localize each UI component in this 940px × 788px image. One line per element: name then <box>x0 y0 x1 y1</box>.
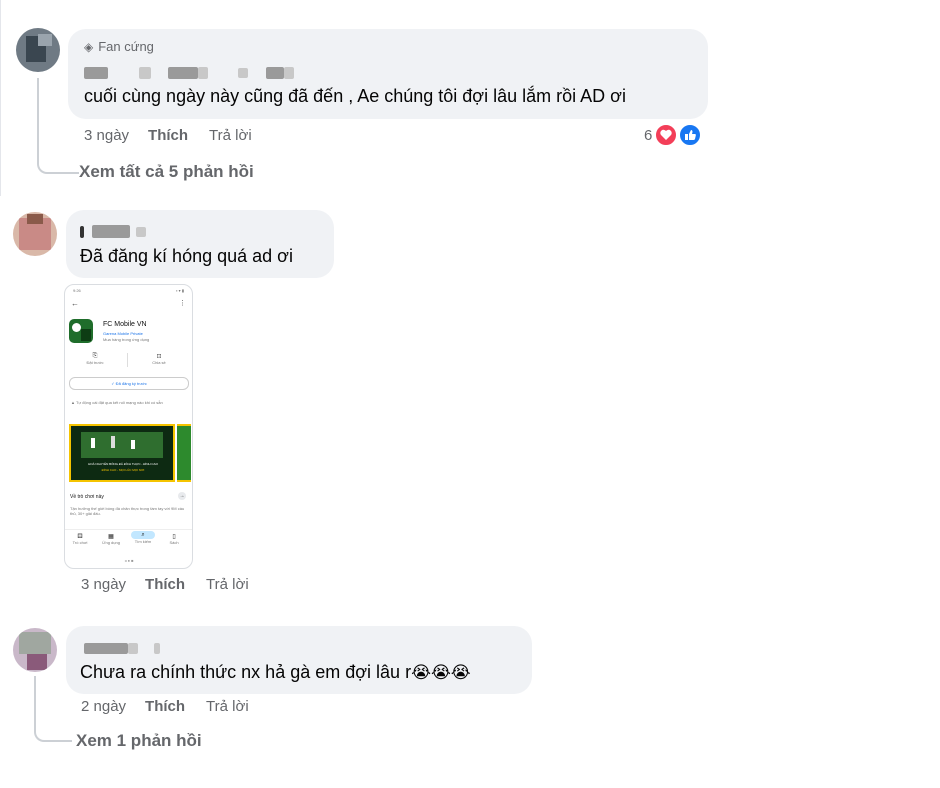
reaction-summary[interactable]: 6 <box>644 123 706 149</box>
share-action[interactable]: ⊡ Chia sẻ <box>139 353 179 365</box>
reply-button[interactable]: Trả lời <box>209 127 252 144</box>
comment-bubble: ◈ Fan cứng cuối cùng ngày này cũng đã đế… <box>68 29 708 119</box>
nav-apps[interactable]: ▦ Ứng dụng <box>100 533 122 545</box>
like-icon <box>678 123 702 147</box>
like-button[interactable]: Thích <box>148 127 188 144</box>
system-nav: ◂ ● ■ <box>124 558 134 563</box>
nav-search[interactable]: ⌕ Tìm kiếm <box>131 531 155 544</box>
avatar[interactable] <box>13 212 57 256</box>
timestamp[interactable]: 3 ngày <box>81 576 126 593</box>
comment-bubble: Đã đăng kí hóng quá ad ơi <box>66 210 334 278</box>
nav-books[interactable]: ▯ Sách <box>163 533 185 545</box>
avatar[interactable] <box>13 628 57 672</box>
banner-image-2 <box>177 424 191 482</box>
app-subtitle: Mua hàng trong ứng dụng <box>103 337 150 342</box>
status-time: 9:26 <box>73 288 81 293</box>
badge: ◈ Fan cứng <box>84 39 154 54</box>
thread-border <box>0 0 1 196</box>
developer-link[interactable]: Garena Mobile Private <box>103 331 143 336</box>
registered-button[interactable]: ✓ Đã đăng ký trước <box>69 377 189 390</box>
nav-games[interactable]: ⚃ Trò chơi <box>69 533 91 545</box>
more-vert-icon[interactable]: ⋮ <box>179 299 186 307</box>
banner-text-1: HOÀ NGUYÊN BÓNG ĐÁ ĐÍCH THỰC - ĐỈNH CAO <box>88 462 158 466</box>
about-description: Tận hưởng thế giới bóng đá chân thực tro… <box>70 506 185 516</box>
comment-meta: 3 ngày Thích Trả lời <box>84 127 252 144</box>
comment-bubble: Chưa ra chính thức nx hả gà em đợi lâu r… <box>66 626 532 694</box>
app-icon <box>69 319 93 343</box>
attachment-screenshot[interactable]: 9:26 ▪ ▾ ▮ ← ⋮ FC Mobile VN Garena Mobil… <box>64 284 193 569</box>
bottom-nav: ⚃ Trò chơi ▦ Ứng dụng ⌕ Tìm kiếm ▯ Sách <box>65 529 192 556</box>
avatar[interactable] <box>16 28 60 72</box>
view-replies-link[interactable]: Xem tất cả 5 phản hồi <box>79 162 254 182</box>
about-heading: Về trò chơi này <box>70 494 104 500</box>
banner-text-2: ĐỈNH CAO - MỌI LÚC MỌI NƠI <box>101 468 145 472</box>
love-icon <box>654 123 678 147</box>
install-action[interactable]: ⎘ Đặt trước <box>75 353 115 365</box>
comment-meta: 2 ngày Thích Trả lời <box>81 698 249 715</box>
reaction-count: 6 <box>644 127 653 144</box>
badge-label: Fan cứng <box>98 39 154 54</box>
reply-button[interactable]: Trả lời <box>206 698 249 715</box>
arrow-right-icon[interactable]: → <box>178 492 186 500</box>
reply-button[interactable]: Trả lời <box>206 576 249 593</box>
back-arrow-icon[interactable]: ← <box>71 299 79 308</box>
timestamp[interactable]: 3 ngày <box>84 127 129 144</box>
author-name[interactable] <box>80 224 160 238</box>
like-button[interactable]: Thích <box>145 576 185 593</box>
crying-emoji-icon: 😭😭😭 <box>411 663 471 682</box>
comment-text: cuối cùng ngày này cũng đã đến , Ae chún… <box>84 86 626 106</box>
reply-thread-line <box>34 676 72 742</box>
app-name: FC Mobile VN <box>103 321 147 328</box>
like-button[interactable]: Thích <box>145 698 185 715</box>
view-replies-link[interactable]: Xem 1 phản hồi <box>76 731 202 751</box>
diamond-icon: ◈ <box>84 39 94 54</box>
timestamp[interactable]: 2 ngày <box>81 698 126 715</box>
banner-image: HOÀ NGUYÊN BÓNG ĐÁ ĐÍCH THỰC - ĐỈNH CAO … <box>69 424 175 482</box>
comment-text: Chưa ra chính thức nx hả gà em đợi lâu r… <box>80 662 471 682</box>
status-icons: ▪ ▾ ▮ <box>176 288 184 293</box>
auto-install-notice: ▲ Tự động cài đặt qua kết nối mạng nào k… <box>71 400 163 405</box>
author-name[interactable] <box>84 65 304 81</box>
comment-meta: 3 ngày Thích Trả lời <box>81 576 249 593</box>
comment-text: Đã đăng kí hóng quá ad ơi <box>80 246 293 266</box>
author-name[interactable] <box>80 640 160 654</box>
